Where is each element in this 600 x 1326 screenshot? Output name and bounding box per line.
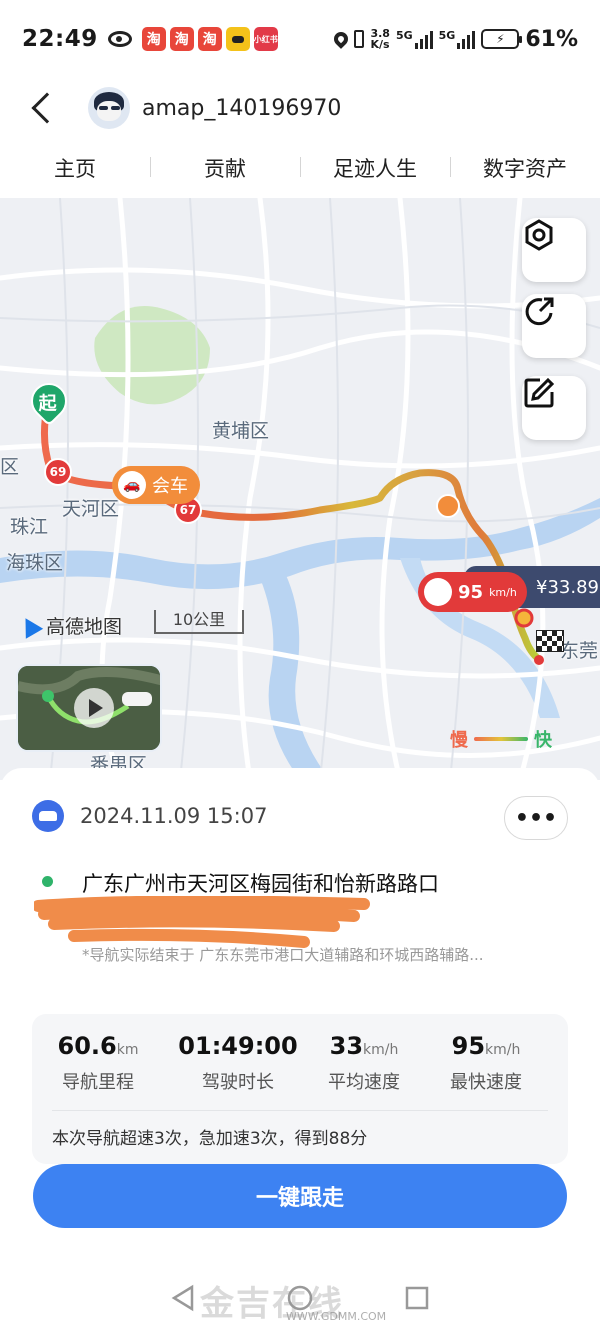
amap-brand: 高德地图 (16, 612, 122, 639)
status-time: 22:49 (22, 26, 98, 52)
edit-icon (524, 377, 555, 408)
trip-summary: 本次导航超速3次，急加速3次，得到88分 (52, 1129, 368, 1149)
taobao-icon: 淘 (141, 27, 166, 51)
xiaohongshu-icon: 小红书 (253, 27, 278, 51)
settings-icon (525, 219, 553, 251)
rocket-icon (424, 578, 452, 606)
divider (52, 1110, 548, 1111)
amap-logo-icon (16, 612, 44, 639)
trip-card: 2024.11.09 15:07 ••• 广东广州市天河区梅园街和怡新路路口 *… (0, 768, 600, 1188)
nav-recents-icon[interactable] (404, 1285, 430, 1311)
stat-duration: 01:49:00 驾驶时长 (178, 1032, 298, 1093)
net-speed: 3.8 K/s (370, 27, 390, 51)
battery-percent: 61% (525, 26, 578, 52)
meet-car-tag[interactable]: 🚗 会车 (112, 466, 200, 504)
finish-flag-icon (536, 630, 564, 652)
taobao-icon: 淘 (197, 27, 222, 51)
trip-replay-thumbnail[interactable] (16, 664, 162, 752)
taobao-icon: 淘 (169, 27, 194, 51)
route-map[interactable]: 黄埔区 区 天河区 珠江 海珠区 番禺区 东莞 起 69 67 🚗 会车 ¥33… (0, 198, 600, 780)
tab-home[interactable]: 主页 (0, 153, 150, 183)
map-label-tianhe: 天河区 (62, 498, 120, 520)
eye-icon (107, 31, 132, 47)
avatar[interactable] (88, 87, 130, 129)
profile-tabs: 主页 贡献 足迹人生 数字资产 (0, 140, 600, 196)
map-label-qu: 区 (0, 456, 20, 478)
map-label-dongguan: 东莞 (560, 640, 599, 662)
start-address: 广东广州市天河区梅园街和怡新路路口 (82, 872, 439, 896)
taxi-app-icon (225, 27, 250, 51)
redaction-scribble (34, 896, 370, 948)
map-scale: 10公里 (154, 610, 244, 634)
car-icon: 🚗 (118, 471, 146, 499)
stat-max-speed: 95km/h 最快速度 (450, 1032, 522, 1093)
status-bar: 22:49 淘 淘 淘 小红书 3.8 K/s 5G 5G ⚡ 61% (0, 0, 600, 78)
profile-header: amap_140196970 (0, 78, 600, 138)
trip-datetime-row: 2024.11.09 15:07 (32, 800, 267, 832)
speed-marker[interactable]: 69 (44, 458, 72, 486)
stat-avg-speed: 33km/h 平均速度 (328, 1032, 400, 1093)
settings-hex-button[interactable] (522, 218, 586, 282)
start-dot-icon (42, 876, 53, 887)
end-note: *导航实际结束于 广东东莞市港口大道辅路和环城西路辅路... (82, 946, 484, 964)
map-label-zhujiang: 珠江 (10, 516, 49, 538)
watermark-url: WWW.GDMM.COM (286, 1310, 387, 1323)
signal-5g-2: 5G (439, 29, 476, 49)
location-icon (331, 29, 352, 49)
tab-footprint[interactable]: 足迹人生 (300, 153, 450, 183)
signal-5g-1: 5G (396, 29, 433, 49)
edit-button[interactable] (522, 376, 586, 440)
back-arrow-icon[interactable] (31, 92, 63, 124)
tab-contribution[interactable]: 贡献 (150, 153, 300, 183)
nav-back-icon[interactable] (170, 1284, 196, 1312)
car-icon (32, 800, 64, 832)
battery-icon: ⚡ (481, 29, 523, 49)
username: amap_140196970 (142, 95, 342, 121)
stat-distance: 60.6km 导航里程 (57, 1032, 139, 1093)
tab-digital-assets[interactable]: 数字资产 (450, 153, 600, 183)
more-button[interactable]: ••• (504, 796, 568, 840)
share-button[interactable] (522, 294, 586, 358)
vibrate-icon (354, 30, 365, 48)
map-label-huangpu: 黄埔区 (212, 420, 270, 442)
top-speed-tag[interactable]: 95 km/h (418, 572, 527, 612)
trip-stats: 60.6km 导航里程 01:49:00 驾驶时长 33km/h 平均速度 95… (32, 1014, 568, 1164)
map-label-haizhu: 海珠区 (6, 552, 64, 574)
follow-route-button[interactable]: 一键跟走 (33, 1164, 567, 1228)
trip-datetime: 2024.11.09 15:07 (80, 804, 268, 828)
play-icon[interactable] (74, 688, 114, 728)
share-icon (525, 297, 554, 326)
speed-legend: 慢 快 (450, 730, 552, 751)
